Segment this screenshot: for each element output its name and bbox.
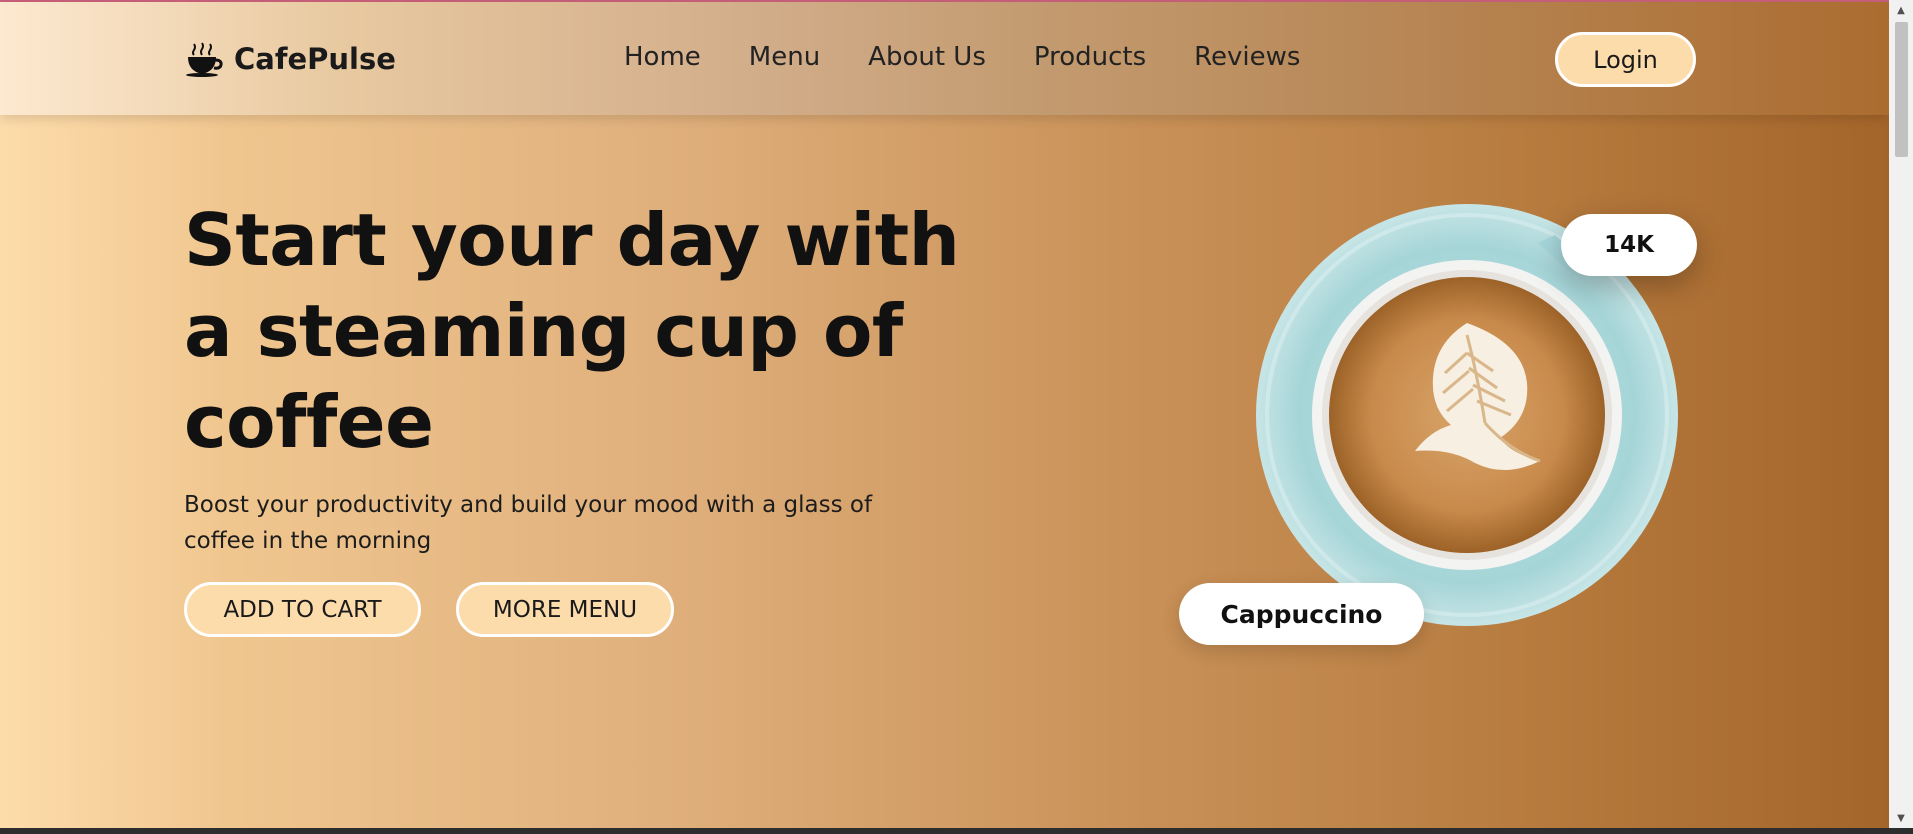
nav-link-menu[interactable]: Menu [749,42,820,72]
scroll-down-arrow-icon[interactable]: ▼ [1889,808,1913,828]
hero-subtitle: Boost your productivity and build your m… [184,492,873,554]
more-menu-button[interactable]: MORE MENU [456,582,674,637]
main-nav: Home Menu About Us Products Reviews [624,42,1300,72]
nav-link-about-us[interactable]: About Us [868,42,986,72]
order-count-badge: 14K [1561,214,1697,276]
nav-link-home[interactable]: Home [624,42,701,72]
nav-link-reviews[interactable]: Reviews [1194,42,1300,72]
coffee-cup-icon [186,42,223,77]
login-button[interactable]: Login [1555,32,1696,87]
product-name-badge: Cappuccino [1179,583,1424,645]
page-viewport: CafePulse Home Menu About Us Products Re… [0,0,1889,828]
vertical-scrollbar[interactable]: ▲ ▼ [1889,0,1913,828]
nav-link-products[interactable]: Products [1034,42,1146,72]
brand-logo[interactable]: CafePulse [184,40,396,78]
scrollbar-thumb[interactable] [1895,22,1908,157]
site-header: CafePulse Home Menu About Us Products Re… [0,2,1889,115]
brand-name: CafePulse [234,42,396,76]
bottom-edge-bar [0,828,1913,834]
scroll-up-arrow-icon[interactable]: ▲ [1889,0,1913,20]
add-to-cart-button[interactable]: ADD TO CART [184,582,421,637]
hero-headline: Start your day with a steaming cup of co… [184,198,960,464]
